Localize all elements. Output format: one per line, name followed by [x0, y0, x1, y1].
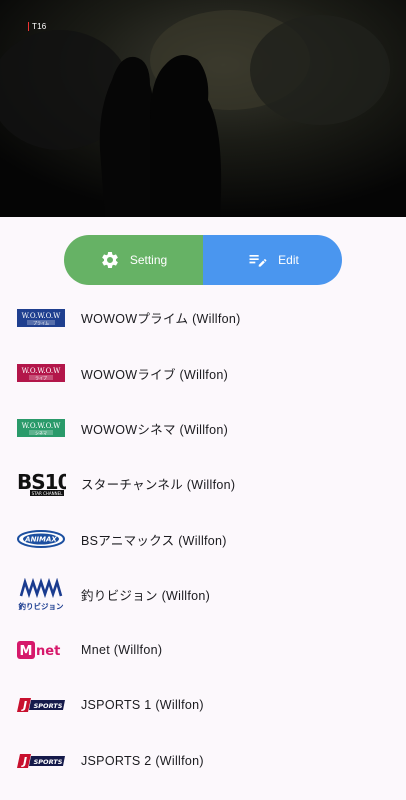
channel-label: BSアニマックス (Willfon) [81, 533, 227, 548]
wowow-prime-logo: W.O.W.O.W プライム [16, 302, 66, 334]
edit-label: Edit [278, 253, 299, 267]
svg-text:net: net [36, 644, 60, 659]
channel-label: WOWOWライブ (Willfon) [81, 367, 229, 382]
channel-label: WOWOWプライム (Willfon) [81, 312, 241, 327]
svg-text:W.O.W.O.W: W.O.W.O.W [22, 367, 62, 375]
svg-text:プライム: プライム [33, 319, 49, 325]
svg-text:シネマ: シネマ [35, 430, 47, 436]
setting-button[interactable]: Setting [64, 235, 203, 285]
bs10-star-channel-logo: BS10 STAR CHANNEL [16, 468, 66, 500]
channel-label: 釣りビジョン (Willfon) [81, 589, 211, 604]
channel-item-tsuri-vision[interactable]: 釣りビジョン 釣りビジョン (Willfon) [0, 567, 406, 622]
svg-text:ANIMAX: ANIMAX [24, 536, 57, 544]
channel-item-animax[interactable]: ANIMAX BSアニマックス (Willfon) [0, 512, 406, 567]
channel-label: JSPORTS 1 (Willfon) [81, 698, 204, 713]
svg-text:SPORTS: SPORTS [34, 702, 63, 710]
svg-text:STAR CHANNEL: STAR CHANNEL [32, 491, 64, 496]
setting-label: Setting [129, 253, 168, 267]
wowow-cinema-logo: W.O.W.O.W シネマ [16, 412, 66, 444]
channel-label: スターチャンネル (Willfon) [81, 478, 236, 493]
action-toggle: Setting Edit [64, 235, 342, 285]
channel-item-wowow-live[interactable]: W.O.W.O.W ライブ WOWOWライブ (Willfon) [0, 345, 406, 400]
rating-marker [28, 22, 29, 31]
svg-text:W.O.W.O.W: W.O.W.O.W [22, 312, 62, 320]
mnet-logo: M net [16, 634, 66, 666]
svg-text:M: M [20, 644, 33, 659]
svg-text:ライブ: ライブ [35, 375, 47, 381]
video-player[interactable]: T16 [0, 0, 406, 217]
channel-label: Mnet (Willfon) [81, 643, 163, 658]
channel-label: JSPORTS 2 (Willfon) [81, 753, 204, 768]
svg-text:釣りビジョン: 釣りビジョン [19, 601, 64, 611]
gear-icon [100, 250, 120, 270]
channel-item-mnet[interactable]: M net Mnet (Willfon) [0, 622, 406, 677]
video-frame [0, 0, 406, 217]
channel-list: W.O.W.O.W プライム WOWOWプライム (Willfon) W.O.W… [0, 290, 406, 789]
jsports-logo: J SPORTS [16, 689, 66, 721]
svg-text:SPORTS: SPORTS [34, 758, 63, 766]
channel-item-jsports-2[interactable]: J SPORTS JSPORTS 2 (Willfon) [0, 733, 406, 788]
channel-item-wowow-prime[interactable]: W.O.W.O.W プライム WOWOWプライム (Willfon) [0, 290, 406, 345]
rating-badge: T16 [32, 22, 47, 31]
channel-item-jsports-1[interactable]: J SPORTS JSPORTS 1 (Willfon) [0, 678, 406, 733]
svg-text:W.O.W.O.W: W.O.W.O.W [22, 422, 62, 430]
channel-item-star-channel[interactable]: BS10 STAR CHANNEL スターチャンネル (Willfon) [0, 456, 406, 511]
jsports-logo: J SPORTS [16, 745, 66, 777]
wowow-live-logo: W.O.W.O.W ライブ [16, 357, 66, 389]
channel-label: WOWOWシネマ (Willfon) [81, 422, 229, 437]
channel-item-wowow-cinema[interactable]: W.O.W.O.W シネマ WOWOWシネマ (Willfon) [0, 401, 406, 456]
edit-button[interactable]: Edit [203, 235, 342, 285]
edit-list-icon [246, 250, 268, 270]
tsuri-vision-logo: 釣りビジョン [16, 577, 66, 611]
animax-logo: ANIMAX [16, 523, 66, 555]
